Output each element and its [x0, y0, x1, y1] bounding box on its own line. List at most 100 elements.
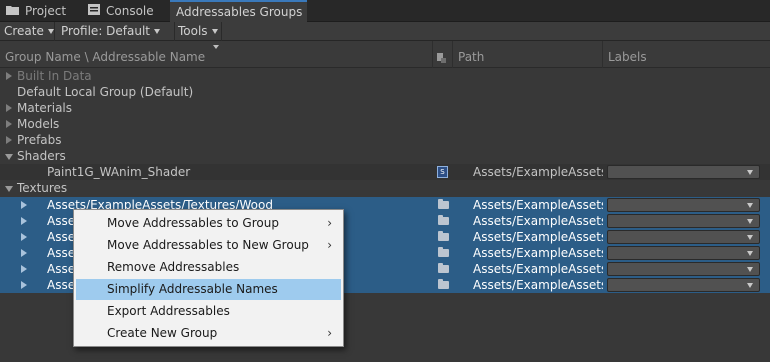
submenu-arrow-icon: › [327, 216, 332, 230]
tab-addressables-groups-label: Addressables Groups [176, 5, 303, 19]
group-label: Textures [17, 181, 68, 195]
chevron-down-icon [47, 29, 54, 34]
expand-arrow-icon[interactable] [6, 136, 12, 144]
menu-item-export-addressables[interactable]: Export Addressables [76, 301, 341, 322]
tab-project[interactable]: Project [6, 0, 86, 22]
chevron-down-icon [747, 219, 753, 224]
shader-icon: S [437, 166, 448, 178]
tab-console-label: Console [106, 4, 154, 18]
expand-arrow-icon[interactable] [21, 281, 27, 289]
menu-item-move-to-new-group[interactable]: Move Addressables to New Group › [76, 235, 341, 256]
folder-icon [6, 0, 19, 22]
expand-arrow-icon[interactable] [6, 120, 12, 128]
entry-name: Paint1G_WAnim_Shader [47, 165, 191, 179]
entry-path: Assets/ExampleAssets/ [473, 262, 603, 276]
header-path[interactable]: Path [453, 41, 603, 68]
entry-name: Asse [47, 214, 76, 228]
group-row-textures[interactable]: Textures [0, 180, 770, 196]
entry-name: Asse [47, 230, 76, 244]
entry-row-shader[interactable]: Paint1G_WAnim_Shader S Assets/ExampleAss… [0, 164, 770, 180]
menu-item-label: Remove Addressables [107, 260, 240, 274]
entry-path: Assets/ExampleAssets/ [473, 278, 603, 292]
menu-item-remove-addressables[interactable]: Remove Addressables [76, 257, 341, 278]
profile-dropdown[interactable]: Profile: Default [57, 22, 175, 41]
chevron-down-icon [747, 267, 753, 272]
entry-path: Assets/ExampleAssets/ [473, 165, 603, 179]
submenu-arrow-icon: › [327, 238, 332, 252]
chevron-down-icon [747, 235, 753, 240]
group-row-materials[interactable]: Materials [0, 100, 770, 116]
tab-project-label: Project [25, 4, 67, 18]
menu-item-move-to-group[interactable]: Move Addressables to Group › [76, 213, 341, 234]
entry-name: Asse [47, 262, 76, 276]
group-row-shaders[interactable]: Shaders [0, 148, 770, 164]
folder-icon [438, 199, 449, 209]
collapse-arrow-icon[interactable] [5, 154, 13, 160]
labels-dropdown[interactable] [607, 246, 760, 260]
folder-icon [438, 247, 449, 257]
entry-path: Assets/ExampleAssets/ [473, 198, 603, 212]
labels-dropdown[interactable] [607, 165, 760, 179]
chevron-down-icon [747, 283, 753, 288]
tools-dropdown-label: Tools [178, 24, 208, 38]
group-label: Default Local Group (Default) [17, 85, 194, 99]
menu-item-label: Move Addressables to Group [107, 216, 279, 230]
chevron-down-icon [211, 29, 218, 34]
menu-item-simplify-names[interactable]: Simplify Addressable Names [76, 279, 341, 300]
group-label: Prefabs [17, 133, 62, 147]
group-row-built-in-data[interactable]: Built In Data [0, 68, 770, 84]
menu-item-label: Move Addressables to New Group [107, 238, 309, 252]
tab-console[interactable]: Console [88, 0, 168, 22]
expand-arrow-icon[interactable] [21, 217, 27, 225]
expand-arrow-icon[interactable] [6, 72, 12, 80]
entry-path: Assets/ExampleAssets/ [473, 246, 603, 260]
header-labels-label: Labels [608, 50, 647, 64]
entry-path: Assets/ExampleAssets/ [473, 230, 603, 244]
header-labels[interactable]: Labels [603, 41, 770, 68]
group-label: Built In Data [17, 69, 92, 83]
header-group-name-label: Group Name \ Addressable Name [5, 50, 206, 64]
labels-dropdown[interactable] [607, 278, 760, 292]
expand-arrow-icon[interactable] [6, 104, 12, 112]
create-dropdown-label: Create [4, 24, 44, 38]
expand-arrow-icon[interactable] [21, 265, 27, 273]
group-row-models[interactable]: Models [0, 116, 770, 132]
labels-dropdown[interactable] [607, 214, 760, 228]
menu-item-label: Simplify Addressable Names [107, 282, 278, 296]
folder-icon [438, 279, 449, 289]
labels-dropdown[interactable] [607, 230, 760, 244]
chevron-down-icon [747, 203, 753, 208]
group-label: Materials [17, 101, 73, 115]
folder-icon [438, 215, 449, 225]
tab-addressables-groups[interactable]: Addressables Groups [170, 0, 307, 22]
expand-arrow-icon[interactable] [21, 201, 27, 209]
menu-item-label: Create New Group [107, 326, 218, 340]
expand-arrow-icon[interactable] [21, 233, 27, 241]
group-row-default-local[interactable]: Default Local Group (Default) [0, 84, 770, 100]
folder-icon [438, 231, 449, 241]
header-type[interactable] [433, 41, 453, 68]
menu-item-create-new-group[interactable]: Create New Group › [76, 323, 341, 344]
header-path-label: Path [458, 50, 485, 64]
entry-name: Asse [47, 278, 76, 292]
console-icon [88, 0, 100, 22]
group-row-prefabs[interactable]: Prefabs [0, 132, 770, 148]
chevron-down-icon [154, 29, 161, 34]
create-dropdown[interactable]: Create [0, 22, 55, 41]
labels-dropdown[interactable] [607, 198, 760, 212]
group-label: Models [17, 117, 60, 131]
group-label: Shaders [17, 149, 66, 163]
expand-arrow-icon[interactable] [21, 249, 27, 257]
collapse-arrow-icon[interactable] [5, 186, 13, 192]
sort-arrow-icon [213, 45, 219, 49]
submenu-arrow-icon: › [327, 326, 332, 340]
profile-dropdown-label: Profile: Default [61, 24, 151, 38]
column-header: Group Name \ Addressable Name Path Label… [0, 41, 770, 68]
folder-icon [438, 263, 449, 273]
entry-path: Assets/ExampleAssets/ [473, 214, 603, 228]
tools-dropdown[interactable]: Tools [174, 22, 222, 41]
entry-name: Asse [47, 246, 76, 260]
labels-dropdown[interactable] [607, 262, 760, 276]
menu-item-label: Export Addressables [107, 304, 230, 318]
toolbar: Create Profile: Default Tools [0, 22, 770, 41]
